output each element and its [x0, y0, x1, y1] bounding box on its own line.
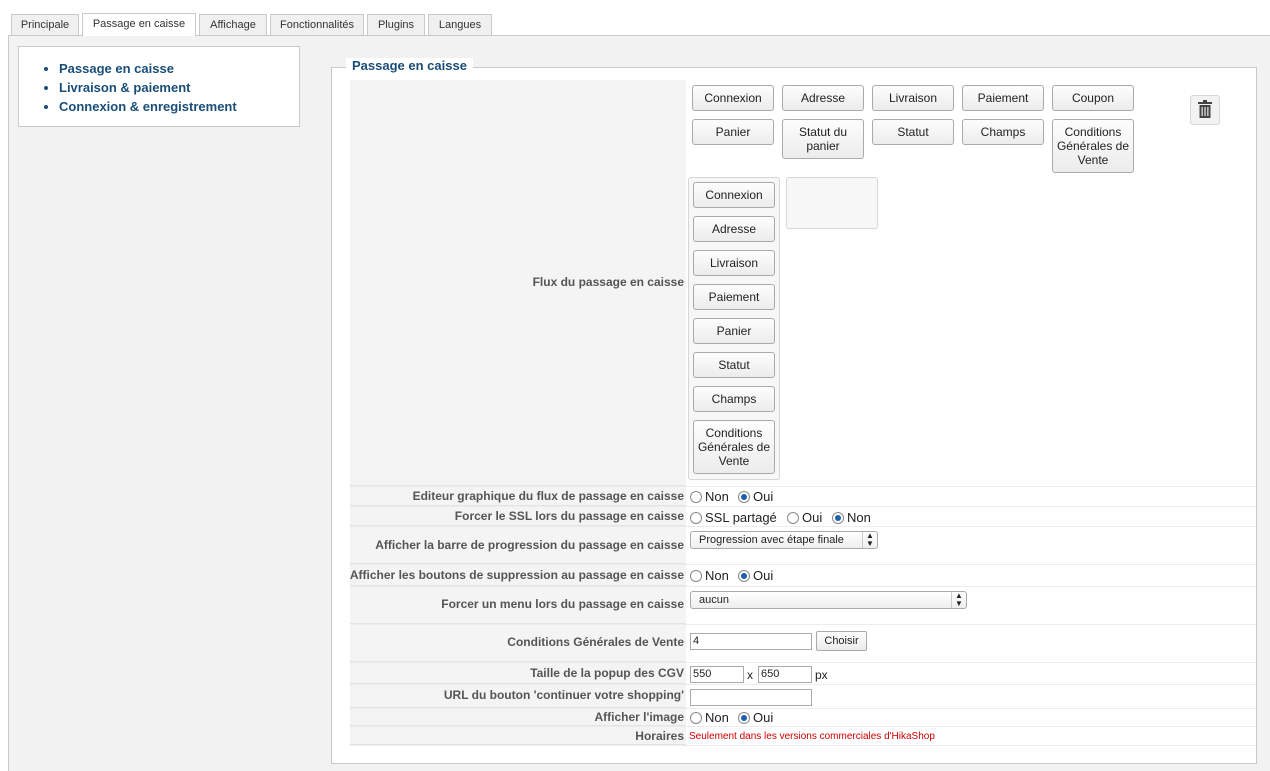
label-progress: Afficher la barre de progression du pass…: [375, 538, 684, 552]
editor-option-oui: Oui: [753, 489, 774, 504]
popup-width-input[interactable]: 550: [690, 666, 744, 683]
block-champs[interactable]: Champs: [962, 119, 1044, 145]
block-statut-du-panier[interactable]: Statut du panier: [782, 119, 864, 159]
label-show-image: Afficher l'image: [594, 710, 684, 724]
row-separator: [350, 745, 1256, 746]
label-cgv: Conditions Générales de Vente: [507, 635, 684, 649]
flow-block-statut[interactable]: Statut: [693, 352, 775, 378]
block-adresse[interactable]: Adresse: [782, 85, 864, 111]
label-ssl: Forcer le SSL lors du passage en caisse: [454, 509, 684, 523]
row-separator: [350, 586, 1256, 587]
label-delete-buttons: Afficher les boutons de suppression au p…: [349, 568, 684, 582]
block-coupon[interactable]: Coupon: [1052, 85, 1134, 111]
hours-commercial-note: Seulement dans les versions commerciales…: [689, 731, 935, 742]
trash-button[interactable]: [1190, 95, 1220, 125]
select-arrows-icon: ▲ ▼: [951, 592, 966, 608]
trash-icon: [1198, 99, 1212, 121]
delete-option-oui: Oui: [753, 568, 774, 583]
row-separator: [350, 526, 1256, 527]
tab-fonctionnalites[interactable]: Fonctionnalités: [270, 14, 364, 35]
row-separator: [350, 564, 1256, 565]
menu-select-value: aucun: [699, 594, 729, 606]
row-separator: [350, 506, 1256, 507]
ssl-option-shared: SSL partagé: [705, 510, 777, 525]
delete-radio-oui[interactable]: [738, 570, 750, 582]
ssl-radio-non[interactable]: [832, 512, 844, 524]
nav-item-connexion-enregistrement[interactable]: Connexion & enregistrement: [59, 97, 299, 116]
editor-radio-non[interactable]: [690, 491, 702, 503]
checkout-flow-empty-column[interactable]: [786, 177, 878, 229]
tab-plugins[interactable]: Plugins: [367, 14, 425, 35]
block-livraison[interactable]: Livraison: [872, 85, 954, 111]
label-hours: Horaires: [635, 729, 684, 743]
row-separator: [350, 726, 1256, 727]
flow-block-champs[interactable]: Champs: [693, 386, 775, 412]
block-connexion[interactable]: Connexion: [692, 85, 774, 111]
flow-block-livraison[interactable]: Livraison: [693, 250, 775, 276]
block-conditions-generales[interactable]: Conditions Générales de Vente: [1052, 119, 1134, 173]
image-option-non: Non: [705, 710, 729, 725]
flow-block-connexion[interactable]: Connexion: [693, 182, 775, 208]
cgv-input[interactable]: 4: [690, 633, 812, 650]
ssl-option-non: Non: [847, 510, 871, 525]
tab-langues[interactable]: Langues: [428, 14, 492, 35]
editor-option-non: Non: [705, 489, 729, 504]
row-separator: [350, 662, 1256, 663]
delete-radio-non[interactable]: [690, 570, 702, 582]
select-arrows-icon: ▲ ▼: [862, 532, 877, 548]
choose-button[interactable]: Choisir: [816, 631, 867, 651]
ssl-radio-oui[interactable]: [787, 512, 799, 524]
image-radio-non[interactable]: [690, 712, 702, 724]
popup-height-input[interactable]: 650: [758, 666, 812, 683]
ssl-radio-shared[interactable]: [690, 512, 702, 524]
fieldset-legend: Passage en caisse: [346, 58, 473, 73]
label-editor: Editeur graphique du flux de passage en …: [412, 489, 684, 503]
block-paiement[interactable]: Paiement: [962, 85, 1044, 111]
block-statut[interactable]: Statut: [872, 119, 954, 145]
label-force-menu: Forcer un menu lors du passage en caisse: [441, 597, 684, 611]
image-option-oui: Oui: [753, 710, 774, 725]
delete-option-non: Non: [705, 568, 729, 583]
flow-block-adresse[interactable]: Adresse: [693, 216, 775, 242]
label-popup-size: Taille de la popup des CGV: [530, 666, 684, 680]
flow-block-paiement[interactable]: Paiement: [693, 284, 775, 310]
nav-item-livraison-paiement[interactable]: Livraison & paiement: [59, 78, 299, 97]
flow-block-panier[interactable]: Panier: [693, 318, 775, 344]
flow-block-conditions-generales[interactable]: Conditions Générales de Vente: [693, 420, 775, 474]
size-unit: px: [815, 668, 828, 682]
row-separator: [350, 486, 1256, 487]
image-radio-oui[interactable]: [738, 712, 750, 724]
menu-select[interactable]: aucun ▲ ▼: [690, 591, 967, 609]
tab-affichage[interactable]: Affichage: [199, 14, 267, 35]
row-separator: [350, 624, 1256, 625]
tab-principale[interactable]: Principale: [11, 14, 79, 35]
tab-passage-en-caisse[interactable]: Passage en caisse: [82, 13, 196, 36]
progress-select-value: Progression avec étape finale: [699, 534, 844, 546]
row-separator: [350, 684, 1256, 685]
size-separator: x: [747, 668, 753, 682]
label-continue-url: URL du bouton 'continuer votre shopping': [443, 688, 684, 702]
row-separator: [350, 708, 1256, 709]
section-nav: Passage en caisse Livraison & paiement C…: [18, 46, 300, 127]
block-panier[interactable]: Panier: [692, 119, 774, 145]
editor-radio-oui[interactable]: [738, 491, 750, 503]
nav-item-passage-en-caisse[interactable]: Passage en caisse: [59, 59, 299, 78]
tab-bar: Principale Passage en caisse Affichage F…: [0, 0, 1270, 36]
label-flow: Flux du passage en caisse: [532, 275, 684, 289]
continue-url-input[interactable]: [690, 689, 812, 706]
ssl-option-oui: Oui: [802, 510, 823, 525]
progress-select[interactable]: Progression avec étape finale ▲ ▼: [690, 531, 878, 549]
tab-divider: [8, 35, 1270, 36]
